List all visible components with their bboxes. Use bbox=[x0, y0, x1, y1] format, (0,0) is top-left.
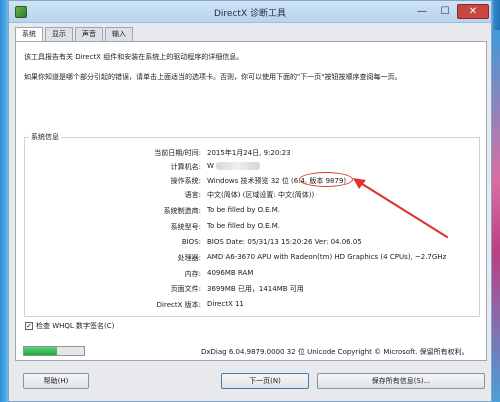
info-value-wrap: W bbox=[207, 162, 260, 170]
info-row-computer-name: 计算机名: W bbox=[25, 162, 479, 172]
info-label: 系统型号: bbox=[170, 223, 201, 231]
info-label: 操作系统: bbox=[170, 177, 201, 185]
annotation-arrow-icon bbox=[353, 178, 449, 239]
info-value: AMD A6-3670 APU with Radeon(tm) HD Graph… bbox=[207, 253, 447, 261]
info-value: DirectX 11 bbox=[207, 300, 244, 308]
info-row-processor: 处理器: AMD A6-3670 APU with Radeon(tm) HD … bbox=[25, 253, 479, 263]
minimize-button[interactable]: — bbox=[411, 4, 433, 19]
whql-checkbox-label: 检查 WHQL 数字签名(C) bbox=[36, 322, 115, 330]
info-label: 计算机名: bbox=[170, 163, 201, 171]
info-label: 页面文件: bbox=[170, 285, 201, 293]
tab-input[interactable]: 输入 bbox=[105, 27, 133, 41]
tab-sound[interactable]: 声音 bbox=[75, 27, 103, 41]
desktop-edge-strip bbox=[492, 30, 500, 402]
whql-checkbox-row[interactable]: ✓ 检查 WHQL 数字签名(C) bbox=[25, 321, 114, 331]
info-value: W bbox=[207, 162, 214, 170]
info-value: 4096MB RAM bbox=[207, 269, 254, 277]
info-label: 系统制造商: bbox=[163, 207, 201, 215]
maximize-button[interactable]: ☐ bbox=[434, 4, 456, 19]
tab-strip: 系统 显示 声音 输入 bbox=[15, 27, 135, 42]
progress-fill bbox=[24, 347, 57, 355]
info-value: BIOS Date: 05/31/13 15:20:26 Ver: 04.06.… bbox=[207, 238, 362, 246]
save-all-info-button[interactable]: 保存所有信息(S)... bbox=[317, 373, 485, 389]
tab-system[interactable]: 系统 bbox=[15, 27, 43, 42]
dxdiag-window: DirectX 诊断工具 — ☐ ✕ 系统 显示 声音 输入 该工具报告有关 D… bbox=[8, 0, 492, 402]
annotation-circle bbox=[299, 172, 353, 187]
info-value: 2015年1月24日, 9:20:23 bbox=[207, 149, 291, 157]
blurred-region bbox=[215, 162, 260, 170]
intro-text-line1: 该工具报告有关 DirectX 组件和安装在系统上的驱动程序的详细信息。 bbox=[24, 53, 244, 61]
info-row-directx-version: DirectX 版本: DirectX 11 bbox=[25, 300, 479, 310]
info-value: To be filled by O.E.M. bbox=[207, 206, 281, 214]
whql-checkbox[interactable]: ✓ bbox=[25, 322, 33, 330]
info-row-datetime: 当前日期/时间: 2015年1月24日, 9:20:23 bbox=[25, 148, 479, 158]
title-bar[interactable]: DirectX 诊断工具 — ☐ ✕ bbox=[9, 1, 491, 23]
info-label: 语言: bbox=[184, 191, 201, 199]
info-label: 当前日期/时间: bbox=[154, 149, 201, 157]
info-row-page-file: 页面文件: 3699MB 已用，1414MB 可用 bbox=[25, 284, 479, 294]
intro-text-line2: 如果你知道是哪个部分引起的错误，请单击上面适当的选项卡。否则，你可以使用下面的"… bbox=[24, 73, 402, 81]
help-button[interactable]: 帮助(H) bbox=[23, 373, 89, 389]
info-label: DirectX 版本: bbox=[156, 301, 201, 309]
info-label: 内存: bbox=[184, 270, 201, 278]
copyright-text: DxDiag 6.04.9879.0000 32 位 Unicode Copyr… bbox=[201, 348, 469, 356]
system-info-title: 系统信息 bbox=[29, 132, 61, 142]
tab-display[interactable]: 显示 bbox=[45, 27, 73, 41]
next-page-button[interactable]: 下一页(N) bbox=[221, 373, 309, 389]
info-value: 中文(简体) (区域设置: 中文(简体)) bbox=[207, 191, 315, 199]
info-label: 处理器: bbox=[177, 254, 201, 262]
close-button[interactable]: ✕ bbox=[457, 4, 489, 19]
info-value: 3699MB 已用，1414MB 可用 bbox=[207, 285, 304, 293]
info-value: To be filled by O.E.M. bbox=[207, 222, 281, 230]
info-label: BIOS: bbox=[181, 238, 201, 246]
progress-bar bbox=[23, 346, 85, 356]
info-row-memory: 内存: 4096MB RAM bbox=[25, 269, 479, 279]
